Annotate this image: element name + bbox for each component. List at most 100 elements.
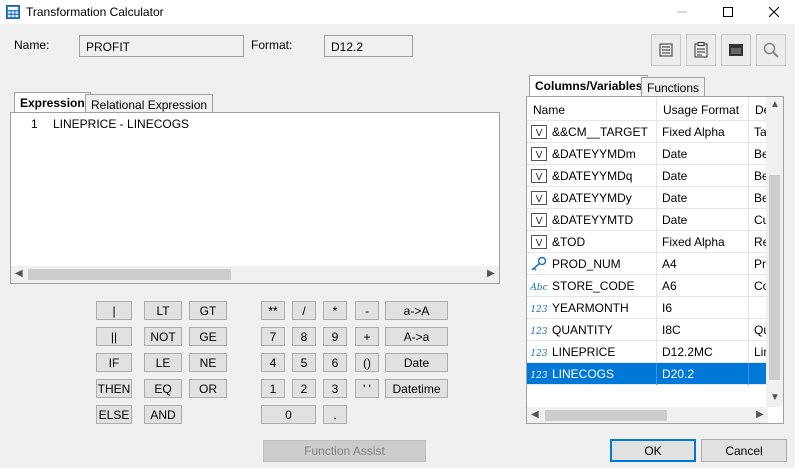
column-header-name[interactable]: Name: [527, 97, 657, 121]
expression-text[interactable]: LINEPRICE - LINECOGS: [53, 117, 189, 131]
key-lt[interactable]: LT: [144, 301, 182, 320]
cell-name: PROD_NUM: [547, 253, 657, 275]
key-ne[interactable]: NE: [189, 353, 227, 372]
expression-editor[interactable]: 1 LINEPRICE - LINECOGS ◀ ▶: [10, 112, 500, 284]
name-field[interactable]: PROFIT: [79, 35, 244, 57]
svg-text:123: 123: [530, 371, 547, 381]
key-9[interactable]: 9: [323, 327, 347, 346]
key-minus[interactable]: -: [355, 301, 379, 320]
key-or[interactable]: OR: [189, 379, 227, 398]
window-button[interactable]: [721, 34, 751, 66]
key-6[interactable]: 6: [323, 353, 347, 372]
key-date[interactable]: Date: [385, 353, 448, 372]
variable-icon: V: [530, 212, 548, 228]
table-row[interactable]: V &DATEYYMDq Date Be: [527, 165, 768, 187]
key-to-lower[interactable]: A->a: [385, 327, 448, 346]
minimize-button[interactable]: [659, 0, 705, 24]
key-else[interactable]: ELSE: [96, 405, 132, 424]
vertical-scroll-thumb[interactable]: [769, 175, 780, 380]
table-row[interactable]: 123QUANTITYI8CQu: [527, 319, 768, 341]
key-power[interactable]: **: [261, 301, 285, 320]
list-button[interactable]: [651, 34, 681, 66]
cell-usage-format: Fixed Alpha: [657, 121, 749, 143]
column-header-usage-format[interactable]: Usage Format: [657, 97, 749, 121]
numeric-icon: 123: [530, 322, 548, 338]
key-gt[interactable]: GT: [189, 301, 227, 320]
cell-name: &DATEYYMDy: [547, 187, 657, 209]
tab-functions[interactable]: Functions: [641, 77, 706, 97]
cell-name: STORE_CODE: [547, 275, 657, 297]
key-5[interactable]: 5: [292, 353, 316, 372]
key-parentheses[interactable]: (): [355, 353, 379, 372]
cell-usage-format: A6: [657, 275, 749, 297]
key-7[interactable]: 7: [261, 327, 285, 346]
variable-icon: V: [530, 124, 548, 140]
scroll-thumb[interactable]: [28, 269, 231, 280]
grid-vertical-scrollbar[interactable]: ▲ ▼: [766, 97, 783, 407]
table-row[interactable]: V &DATEYYMDy Date Be: [527, 187, 768, 209]
key-datetime[interactable]: Datetime: [385, 379, 448, 398]
key-multiply[interactable]: *: [323, 301, 347, 320]
key-3[interactable]: 3: [323, 379, 347, 398]
svg-text:V: V: [536, 128, 543, 139]
clipboard-button[interactable]: [686, 34, 716, 66]
window-icon: [729, 44, 743, 56]
key-1[interactable]: 1: [261, 379, 285, 398]
editor-horizontal-scrollbar[interactable]: ◀ ▶: [11, 266, 499, 283]
key-4[interactable]: 4: [261, 353, 285, 372]
key-divide[interactable]: /: [292, 301, 316, 320]
format-field[interactable]: D12.2: [324, 35, 413, 57]
scroll-right-icon[interactable]: ▶: [487, 268, 495, 279]
key-0[interactable]: 0: [261, 405, 316, 424]
table-row[interactable]: V &DATEYYMTD Date Cu: [527, 209, 768, 231]
table-row[interactable]: 123 LINECOGS D20.2: [527, 363, 768, 385]
svg-text:123: 123: [530, 349, 547, 359]
table-row[interactable]: Abc STORE_CODE A6 Co: [527, 275, 768, 297]
key-if[interactable]: IF: [96, 353, 132, 372]
calculator-icon: [6, 5, 20, 19]
key-8[interactable]: 8: [292, 327, 316, 346]
grid-scroll-thumb[interactable]: [545, 410, 667, 421]
maximize-icon: [723, 7, 733, 17]
key-ge[interactable]: GE: [189, 327, 227, 346]
search-button[interactable]: [756, 34, 786, 66]
key-quotes[interactable]: ' ': [355, 379, 379, 398]
grid-horizontal-scrollbar[interactable]: ◀ ▶: [527, 407, 768, 423]
svg-text:123: 123: [530, 305, 547, 315]
grid-scroll-left-icon[interactable]: ◀: [531, 409, 539, 420]
table-row[interactable]: PROD_NUM A4 Pr: [527, 253, 768, 275]
tab-relational-expression[interactable]: Relational Expression: [85, 94, 214, 114]
key-or-bar[interactable]: |: [96, 301, 132, 320]
scroll-left-icon[interactable]: ◀: [15, 268, 23, 279]
ok-button[interactable]: OK: [610, 439, 696, 462]
function-assist-button[interactable]: Function Assist: [263, 440, 426, 462]
svg-text:123: 123: [530, 327, 547, 337]
key-le[interactable]: LE: [144, 353, 182, 372]
grid-scroll-right-icon[interactable]: ▶: [756, 409, 764, 420]
key-not[interactable]: NOT: [144, 327, 182, 346]
table-row[interactable]: V &&CM__TARGET Fixed Alpha Ta: [527, 121, 768, 143]
cell-usage-format: Date: [657, 165, 749, 187]
close-button[interactable]: [751, 0, 795, 24]
key-decimal[interactable]: .: [323, 405, 347, 424]
key-to-upper[interactable]: a->A: [385, 301, 448, 320]
table-row[interactable]: 123 YEARMONTH I6: [527, 297, 768, 319]
key-eq[interactable]: EQ: [144, 379, 182, 398]
tab-columns-variables[interactable]: Columns/Variables: [529, 75, 649, 97]
key-plus[interactable]: +: [355, 327, 379, 346]
cancel-button[interactable]: Cancel: [701, 439, 787, 462]
key-then[interactable]: THEN: [96, 379, 132, 398]
cell-name: &DATEYYMTD: [547, 209, 657, 231]
window-title: Transformation Calculator: [26, 5, 164, 19]
table-row[interactable]: 123LINEPRICED12.2MCLin: [527, 341, 768, 363]
tab-expression[interactable]: Expression: [14, 92, 91, 114]
table-row[interactable]: V &DATEYYMDm Date Be: [527, 143, 768, 165]
scroll-up-icon[interactable]: ▲: [770, 99, 780, 110]
search-icon: [763, 42, 779, 58]
scroll-down-icon[interactable]: ▼: [770, 392, 780, 403]
maximize-button[interactable]: [705, 0, 751, 24]
key-2[interactable]: 2: [292, 379, 316, 398]
table-row[interactable]: V &TOD Fixed Alpha Re: [527, 231, 768, 253]
key-concat[interactable]: ||: [96, 327, 132, 346]
key-and[interactable]: AND: [144, 405, 182, 424]
